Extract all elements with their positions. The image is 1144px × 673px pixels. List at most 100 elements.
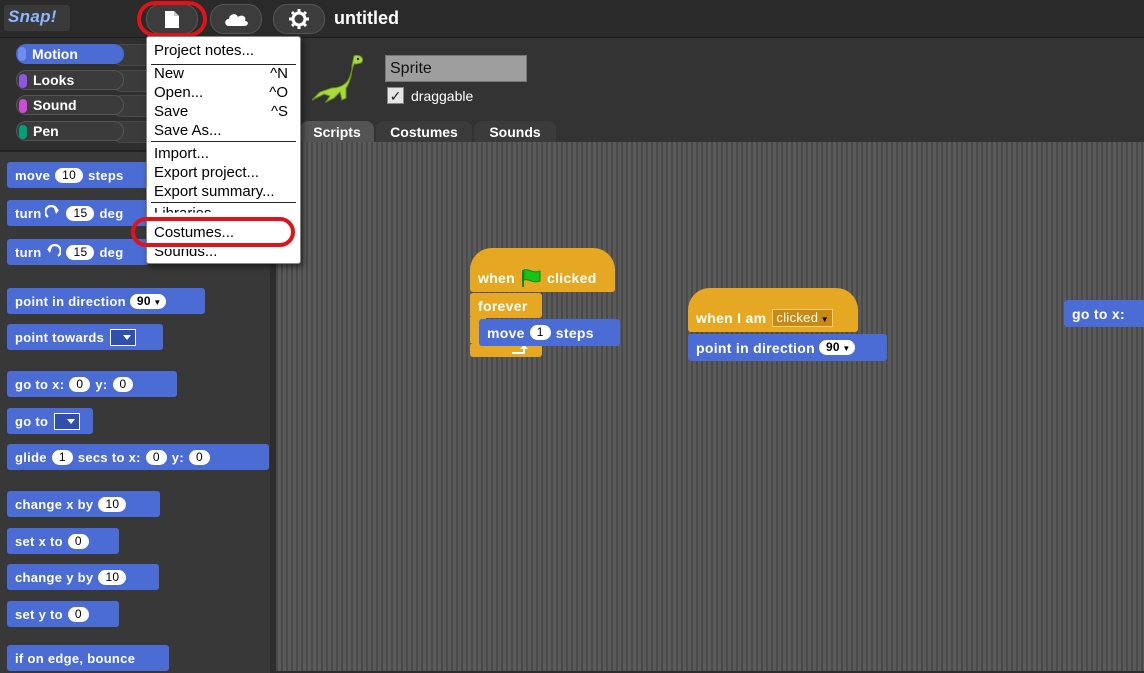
target-dropdown[interactable] (54, 412, 81, 430)
menu-item-save[interactable]: Save (154, 103, 188, 120)
palette-block-turn-cw[interactable]: turn 15 deg (7, 200, 149, 226)
block-text: set y to (15, 606, 63, 622)
block-text: deg (99, 205, 124, 221)
number-slot[interactable]: 10 (55, 167, 84, 183)
block-text: point in direction (15, 293, 126, 309)
number-slot[interactable]: 1 (529, 325, 551, 340)
number-slot[interactable]: 0 (67, 533, 89, 549)
category-color-dot (19, 99, 27, 113)
gear-icon (289, 9, 309, 29)
menu-item-export-project[interactable]: Export project... (154, 164, 259, 181)
dropdown-arrow-icon: ▼ (818, 315, 829, 324)
category-label: Pen (33, 123, 59, 139)
menu-item-libraries[interactable]: Libraries... (154, 205, 224, 213)
palette-block-point-in-direction[interactable]: point in direction 90 ▼ (7, 288, 205, 314)
palette-block-go-to-xy[interactable]: go to x: 0 y: 0 (7, 371, 177, 397)
category-label: Motion (32, 46, 78, 62)
script-go-to-xy-block[interactable]: go to x: (1064, 300, 1144, 327)
tab-scripts[interactable]: Scripts (300, 121, 374, 143)
palette-block-turn-ccw[interactable]: turn 15 deg (7, 239, 149, 265)
palette-block-change-x[interactable]: change x by 10 (7, 491, 160, 517)
menu-item-import[interactable]: Import... (154, 145, 209, 162)
green-flag-icon (521, 269, 541, 287)
shortcut-save: ^S (270, 103, 288, 120)
y-slot[interactable]: 0 (112, 376, 134, 392)
forever-block[interactable]: forever (470, 293, 542, 318)
block-text: point towards (15, 329, 105, 345)
secs-slot[interactable]: 1 (51, 449, 73, 465)
category-color-dot (19, 74, 27, 88)
file-icon (165, 10, 179, 28)
x-slot[interactable]: 0 (145, 449, 167, 465)
category-motion[interactable]: Motion (16, 44, 124, 64)
block-text: go to x: (1072, 305, 1125, 322)
palette-block-bounce[interactable]: if on edge, bounce (7, 645, 169, 671)
palette-block-point-towards[interactable]: point towards (7, 324, 163, 350)
number-slot[interactable]: 15 (66, 244, 95, 260)
block-text: when I am (696, 310, 767, 326)
palette-block-glide[interactable]: glide 1 secs to x: 0 y: 0 (7, 444, 269, 470)
cloud-icon (225, 14, 248, 26)
category-pen[interactable]: Pen (16, 121, 124, 141)
dropdown-value: clicked (776, 310, 819, 325)
block-text: turn (15, 205, 42, 221)
script-area[interactable] (276, 142, 1144, 671)
when-i-am-clicked-block[interactable]: when I am clicked ▼ (688, 288, 858, 332)
snap-logo[interactable]: Snap! (4, 5, 70, 31)
number-slot[interactable]: 10 (98, 496, 127, 512)
menu-item-sounds[interactable]: Sounds... (154, 249, 217, 260)
menu-item-open[interactable]: Open... (154, 84, 203, 101)
shortcut-open: ^O (269, 84, 288, 101)
draggable-label: draggable (411, 88, 474, 104)
menu-item-costumes[interactable]: Costumes... (154, 224, 234, 241)
palette-block-set-x[interactable]: set x to 0 (7, 528, 119, 554)
block-text: steps (88, 167, 124, 183)
y-slot[interactable]: 0 (188, 449, 210, 465)
block-text: turn (15, 244, 42, 260)
block-text: set x to (15, 533, 63, 549)
dropdown-value: 90 (825, 340, 840, 354)
palette-block-change-y[interactable]: change y by 10 (7, 564, 159, 590)
menu-item-project-notes[interactable]: Project notes... (154, 42, 254, 59)
menu-separator (151, 141, 296, 142)
category-looks[interactable]: Looks (16, 70, 124, 90)
tab-sounds[interactable]: Sounds (474, 121, 556, 143)
file-menu: Project notes... New ^N Open... ^O Save … (146, 36, 301, 264)
category-color-dot (18, 47, 26, 61)
direction-dropdown[interactable]: 90 ▼ (818, 340, 855, 355)
category-label: Looks (33, 72, 75, 88)
block-text: glide (15, 449, 47, 465)
number-slot[interactable]: 0 (67, 606, 89, 622)
block-text: go to x: (15, 376, 65, 392)
block-text: y: (95, 376, 108, 392)
tab-label: Costumes (390, 124, 458, 140)
event-option-dropdown[interactable]: clicked ▼ (772, 309, 833, 327)
block-text: clicked (546, 270, 597, 286)
direction-dropdown[interactable]: 90 ▼ (129, 293, 166, 309)
tab-costumes[interactable]: Costumes (376, 121, 472, 143)
cloud-button[interactable] (210, 4, 262, 34)
dropdown-value: 90 (136, 293, 151, 308)
settings-button[interactable] (273, 4, 325, 34)
block-text: point in direction (696, 339, 815, 356)
category-sound[interactable]: Sound (16, 95, 124, 115)
sprite-name-field[interactable]: Sprite (385, 55, 527, 82)
palette-block-move[interactable]: move 10 steps (7, 162, 149, 188)
palette-block-go-to[interactable]: go to (7, 408, 93, 434)
menu-item-save-as[interactable]: Save As... (154, 122, 222, 139)
draggable-checkbox[interactable]: ✓ (387, 87, 404, 104)
script-move-block[interactable]: move 1 steps (479, 319, 620, 346)
category-label: Sound (33, 97, 77, 113)
x-slot[interactable]: 0 (69, 376, 91, 392)
file-menu-button[interactable] (146, 4, 198, 34)
number-slot[interactable]: 10 (98, 569, 127, 585)
block-text: change y by (15, 569, 94, 585)
script-point-in-direction-block[interactable]: point in direction 90 ▼ (688, 334, 887, 361)
when-flag-clicked-block[interactable]: when clicked (470, 248, 615, 292)
target-dropdown[interactable] (110, 328, 137, 346)
block-text: change x by (15, 496, 94, 512)
menu-item-new[interactable]: New (154, 65, 184, 82)
menu-item-export-summary[interactable]: Export summary... (154, 183, 275, 200)
number-slot[interactable]: 15 (66, 205, 95, 221)
palette-block-set-y[interactable]: set y to 0 (7, 601, 119, 627)
